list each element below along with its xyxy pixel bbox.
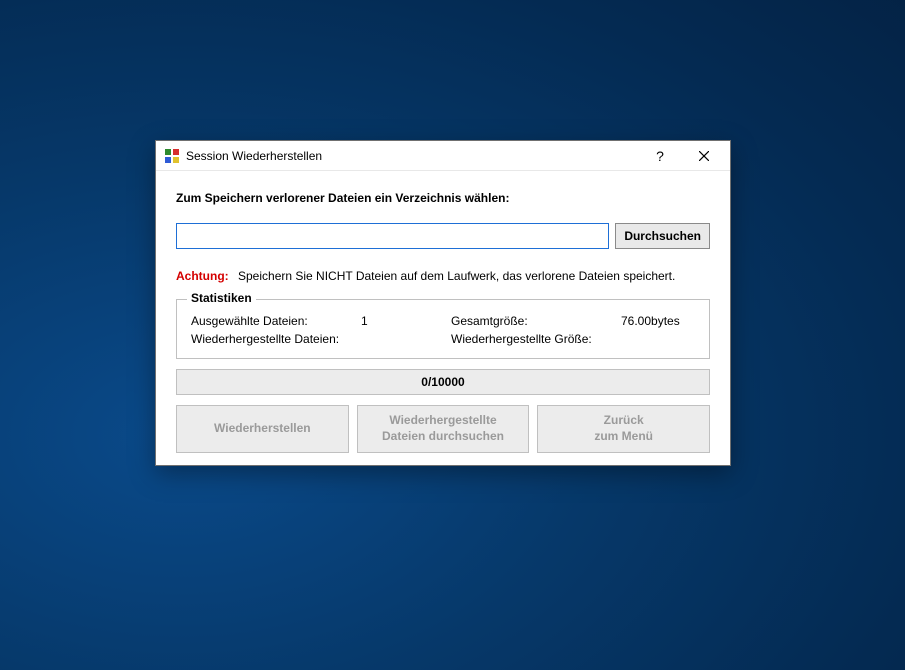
recovered-files-label: Wiederhergestellte Dateien: [191, 332, 361, 346]
progress-bar: 0/10000 [176, 369, 710, 395]
recovered-size-value [621, 332, 695, 346]
browse-recovered-button[interactable]: Wiederhergestellte Dateien durchsuchen [357, 405, 530, 453]
warning-text: Achtung: Speichern Sie NICHT Dateien auf… [176, 269, 710, 283]
recover-button-label: Wiederherstellen [214, 421, 311, 437]
session-restore-dialog: Session Wiederherstellen ? Zum Speichern… [155, 140, 731, 466]
selected-files-label: Ausgewählte Dateien: [191, 314, 361, 328]
directory-input[interactable] [176, 223, 609, 249]
action-buttons: Wiederherstellen Wiederhergestellte Date… [176, 405, 710, 453]
help-button[interactable]: ? [638, 142, 682, 170]
recovered-files-value [361, 332, 451, 346]
window-title: Session Wiederherstellen [186, 149, 638, 163]
prompt-label: Zum Speichern verlorener Dateien ein Ver… [176, 191, 710, 205]
back-label-1: Zurück [604, 413, 644, 429]
back-label-2: zum Menü [594, 429, 653, 445]
browse-recovered-label-1: Wiederhergestellte [389, 413, 496, 429]
close-icon [699, 148, 709, 164]
statistics-group: Statistiken Ausgewählte Dateien: 1 Gesam… [176, 299, 710, 359]
titlebar[interactable]: Session Wiederherstellen ? [156, 141, 730, 171]
stats-row-2: Wiederhergestellte Dateien: Wiederherges… [191, 332, 695, 346]
app-icon [164, 148, 180, 164]
browse-recovered-label-2: Dateien durchsuchen [382, 429, 504, 445]
progress-text: 0/10000 [421, 375, 464, 389]
help-icon: ? [656, 148, 664, 164]
warning-message: Speichern Sie NICHT Dateien auf dem Lauf… [238, 269, 675, 283]
close-button[interactable] [682, 142, 726, 170]
recover-button[interactable]: Wiederherstellen [176, 405, 349, 453]
total-size-label: Gesamtgröße: [451, 314, 621, 328]
browse-button[interactable]: Durchsuchen [615, 223, 710, 249]
selected-files-value: 1 [361, 314, 451, 328]
back-to-menu-button[interactable]: Zurück zum Menü [537, 405, 710, 453]
path-row: Durchsuchen [176, 223, 710, 249]
warning-label: Achtung: [176, 269, 229, 283]
dialog-content: Zum Speichern verlorener Dateien ein Ver… [156, 171, 730, 465]
statistics-legend: Statistiken [187, 291, 256, 305]
total-size-value: 76.00bytes [621, 314, 695, 328]
recovered-size-label: Wiederhergestellte Größe: [451, 332, 621, 346]
stats-row-1: Ausgewählte Dateien: 1 Gesamtgröße: 76.0… [191, 314, 695, 328]
